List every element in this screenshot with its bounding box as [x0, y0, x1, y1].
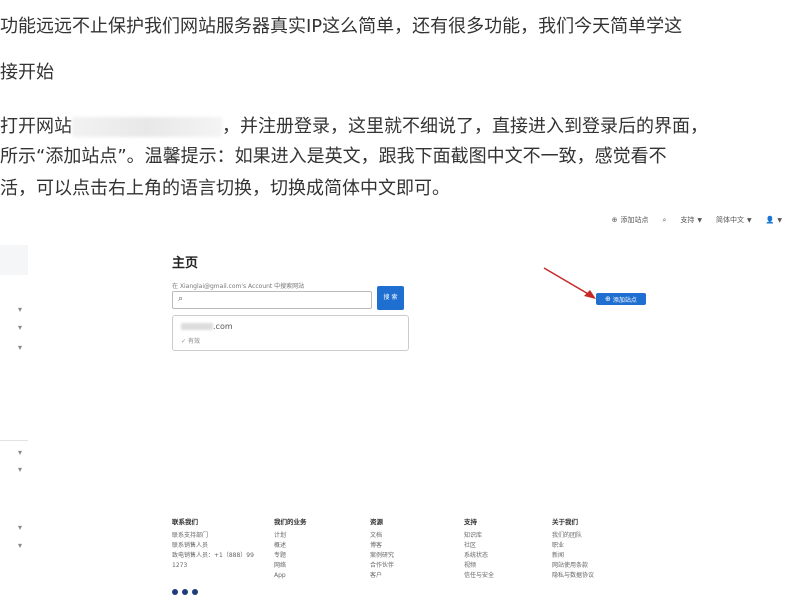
footer-link[interactable]: 致电销售人员：+1（888）99	[172, 551, 254, 561]
sidebar-divider	[0, 440, 28, 441]
footer-link[interactable]: 概述	[274, 541, 307, 551]
status-label: 有效	[187, 338, 200, 345]
footer-link[interactable]: 专题	[274, 551, 307, 561]
footer-link: 1273	[172, 562, 188, 569]
language-label: 简体中文	[716, 216, 745, 224]
top-navigation: ⊕ 添加站点 ⌕ 支持 ▼ 简体中文 ▼ 👤 ▼	[612, 215, 782, 225]
redacted-domain	[181, 323, 213, 330]
redacted-url	[72, 117, 222, 137]
footer-link[interactable]: 职业	[552, 541, 594, 551]
footer-column: 支持 知识库 社区 系统状态 视频 信任与安全	[464, 517, 494, 581]
search-button[interactable]: 搜 索	[377, 286, 404, 310]
footer-column: 资源 文档 博客 案例研究 合作伙伴 客户	[370, 517, 394, 581]
footer-heading: 资源	[370, 518, 383, 526]
facebook-icon[interactable]	[182, 589, 188, 595]
footer-link[interactable]: 联系支持部门	[172, 531, 254, 541]
footer-heading: 支持	[464, 518, 477, 526]
article-text-segment: ，并注册登录，这里就不细说了，直接进入到登录后的界面，	[222, 116, 708, 137]
footer-link[interactable]: 社区	[464, 541, 494, 551]
search-scope-label: 在 Xianglai@gmail.com's Account 中搜索网站	[172, 283, 305, 290]
add-site-button[interactable]: ⊕ 添加站点	[596, 293, 646, 305]
add-site-label: 添加站点	[612, 296, 637, 304]
chevron-down-icon: ▼	[777, 216, 782, 224]
language-switcher[interactable]: 简体中文 ▼	[716, 215, 752, 225]
sidebar-chevron-icon[interactable]: ▾	[18, 305, 22, 314]
site-domain: .com	[181, 322, 233, 331]
twitter-icon[interactable]	[172, 589, 178, 595]
article-line: 接开始	[0, 62, 54, 83]
sidebar-chevron-icon[interactable]: ▾	[18, 541, 22, 550]
article-line: 所示“添加站点”。温馨提示：如果进入是英文，跟我下面截图中文不一致，感觉看不	[0, 146, 667, 167]
footer-link[interactable]: 信任与安全	[464, 571, 494, 581]
search-icon[interactable]: ⌕	[662, 215, 666, 225]
chevron-down-icon: ▼	[747, 216, 752, 224]
status-badge: ✓ 有效	[181, 338, 200, 345]
footer-column: 联系我们 联系支持部门 联系销售人员 致电销售人员：+1（888）99 1273	[172, 517, 254, 571]
sidebar-chevron-icon[interactable]: ▾	[18, 465, 22, 474]
footer-column: 关于我们 我们的团队 职业 新闻 网站使用条款 隐私与数据协议	[552, 517, 594, 581]
article-line: 活，可以点击右上角的语言切换，切换成简体中文即可。	[0, 178, 450, 199]
page-title: 主页	[172, 256, 199, 271]
user-icon: 👤	[765, 216, 775, 224]
footer-link[interactable]: 博客	[370, 541, 394, 551]
footer-link[interactable]: App	[274, 571, 307, 581]
footer-heading: 关于我们	[552, 518, 578, 526]
search-icon: ⌕	[178, 294, 184, 304]
footer-link[interactable]: 视频	[464, 561, 494, 571]
footer-link[interactable]: 知识库	[464, 531, 494, 541]
search-input[interactable]: ⌕	[172, 291, 372, 309]
footer-link[interactable]: 计划	[274, 531, 307, 541]
footer-column: 我们的业务 计划 概述 专题 网络 App	[274, 517, 307, 581]
support-label: 支持	[680, 216, 695, 224]
embedded-screenshot: ⊕ 添加站点 ⌕ 支持 ▼ 简体中文 ▼ 👤 ▼ ▾ ▾ ▾ ▾ ▾ ▾ ▾ 主页 在 …	[0, 205, 800, 600]
chevron-down-icon: ▼	[697, 216, 703, 224]
sidebar-item[interactable]	[0, 245, 28, 275]
footer-link[interactable]: 隐私与数据协议	[552, 571, 594, 581]
site-card[interactable]: .com ✓ 有效	[172, 315, 409, 351]
topbar-add-site-label: 添加站点	[620, 216, 649, 224]
social-links	[172, 589, 198, 595]
footer-link[interactable]: 合作伙伴	[370, 561, 394, 571]
sidebar-chevron-icon[interactable]: ▾	[18, 448, 22, 457]
footer-link[interactable]: 客户	[370, 571, 394, 581]
article-line: 功能远远不止保护我们网站服务器真实IP这么简单，还有很多功能，我们今天简单学这	[0, 16, 683, 37]
footer-link[interactable]: 网络	[274, 561, 307, 571]
article-text-segment: 打开网站	[0, 116, 72, 137]
footer-link[interactable]: 网站使用条款	[552, 561, 594, 571]
annotation-arrow	[543, 267, 596, 299]
support-menu[interactable]: 支持 ▼	[680, 215, 702, 225]
linkedin-icon[interactable]	[192, 589, 198, 595]
footer-heading: 我们的业务	[274, 518, 307, 526]
footer-link[interactable]: 我们的团队	[552, 531, 594, 541]
plus-circle-icon: ⊕	[605, 295, 611, 303]
domain-suffix: .com	[213, 322, 233, 331]
sidebar-chevron-icon[interactable]: ▾	[18, 323, 22, 332]
plus-circle-icon: ⊕	[611, 216, 618, 224]
topbar-add-site[interactable]: ⊕ 添加站点	[612, 215, 649, 225]
article-line: 打开网站 ，并注册登录，这里就不细说了，直接进入到登录后的界面，	[0, 112, 708, 142]
sidebar-chevron-icon[interactable]: ▾	[18, 343, 22, 352]
footer-link[interactable]: 联系销售人员	[172, 541, 254, 551]
footer-link[interactable]: 案例研究	[370, 551, 394, 561]
footer-link[interactable]: 新闻	[552, 551, 594, 561]
sidebar-chevron-icon[interactable]: ▾	[18, 523, 22, 532]
footer-link[interactable]: 文档	[370, 531, 394, 541]
footer-heading: 联系我们	[172, 518, 198, 526]
user-menu[interactable]: 👤 ▼	[766, 215, 782, 225]
footer-link[interactable]: 系统状态	[464, 551, 494, 561]
